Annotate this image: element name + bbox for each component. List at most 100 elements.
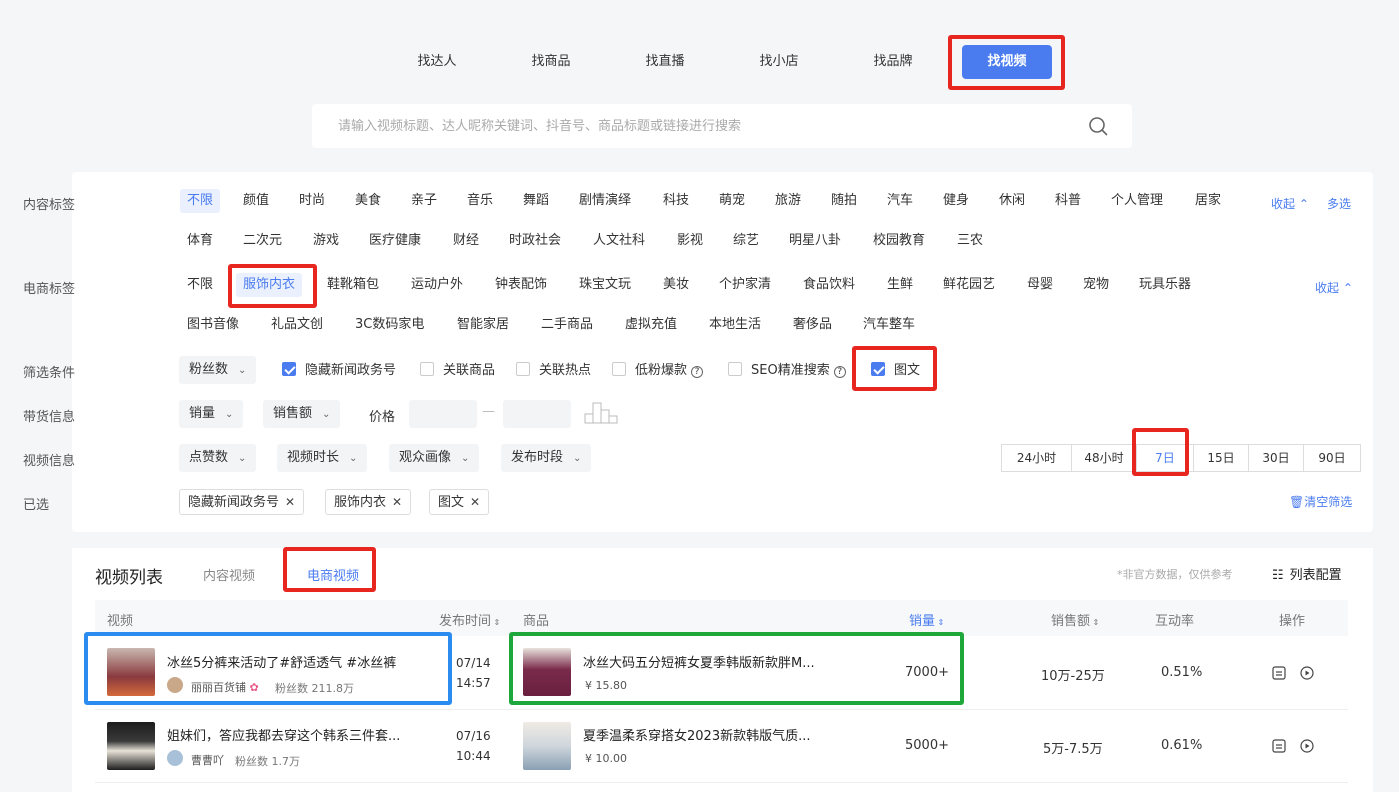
tag-item[interactable]: 健身 [936, 189, 976, 213]
tag-item[interactable]: 服饰内衣 [236, 273, 303, 297]
publish-time-dropdown[interactable]: 发布时段 ⌄ [501, 444, 592, 472]
likes-dropdown[interactable]: 点赞数 ⌄ [179, 444, 257, 472]
range-7d[interactable]: 7日 [1136, 444, 1194, 472]
tag-item[interactable]: 舞蹈 [516, 189, 556, 213]
multi-select-link[interactable]: 多选 [1327, 195, 1351, 212]
play-icon[interactable] [1300, 666, 1314, 680]
filter-checkbox[interactable]: 关联热点 [516, 362, 591, 379]
header-publish-time[interactable]: 发布时间 ⇕ [439, 610, 500, 629]
video-thumbnail[interactable] [107, 648, 155, 696]
tag-item[interactable]: 人文社科 [586, 229, 652, 253]
filter-checkbox[interactable]: 低粉爆款? [612, 362, 704, 379]
selected-chip[interactable]: 服饰内衣 ✕ [325, 489, 412, 515]
tag-item[interactable]: 美食 [348, 189, 388, 213]
tag-item[interactable]: 财经 [446, 229, 486, 253]
selected-chip[interactable]: 图文 ✕ [429, 489, 490, 515]
tag-item[interactable]: 科技 [656, 189, 696, 213]
help-icon[interactable]: ? [691, 366, 704, 378]
tag-item[interactable]: 美妆 [656, 273, 696, 297]
close-icon[interactable]: ✕ [392, 495, 402, 509]
help-icon[interactable]: ? [833, 366, 846, 378]
price-max-input[interactable] [503, 400, 571, 428]
tag-item[interactable]: 科普 [1048, 189, 1088, 213]
product-thumbnail[interactable] [523, 648, 571, 696]
ecom-collapse-link[interactable]: 收起 ⌃ [1315, 279, 1353, 296]
checkbox-icon[interactable] [612, 362, 626, 376]
tag-item[interactable]: 二次元 [236, 229, 289, 253]
tag-item[interactable]: 不限 [180, 273, 220, 297]
tag-item[interactable]: 母婴 [1020, 273, 1060, 297]
tag-item[interactable]: 汽车 [880, 189, 920, 213]
tag-item[interactable]: 校园教育 [866, 229, 932, 253]
search-input[interactable] [312, 104, 1052, 148]
tag-item[interactable]: 时尚 [292, 189, 332, 213]
selected-chip[interactable]: 隐藏新闻政务号 ✕ [179, 489, 305, 515]
tag-item[interactable]: 玩具乐器 [1132, 273, 1198, 297]
checkbox-icon[interactable] [420, 362, 434, 376]
tag-item[interactable]: 明星八卦 [782, 229, 848, 253]
detail-icon[interactable] [1272, 666, 1286, 680]
tag-item[interactable]: 3C数码家电 [348, 313, 431, 337]
tag-item[interactable]: 不限 [180, 189, 221, 213]
tab-content-video[interactable]: 内容视频 [203, 565, 255, 584]
tag-item[interactable]: 礼品文创 [264, 313, 330, 337]
video-thumbnail[interactable] [107, 722, 155, 770]
tag-item[interactable]: 影视 [670, 229, 710, 253]
price-distribution-icon[interactable] [584, 402, 622, 424]
tag-item[interactable]: 钟表配饰 [488, 273, 554, 297]
tag-item[interactable]: 二手商品 [534, 313, 600, 337]
sales-amount-dropdown[interactable]: 销售额 ⌄ [263, 400, 341, 428]
close-icon[interactable]: ✕ [470, 495, 480, 509]
filter-checkbox[interactable]: SEO精准搜索? [728, 362, 846, 379]
tag-item[interactable]: 宠物 [1076, 273, 1116, 297]
tag-item[interactable]: 汽车整车 [856, 313, 922, 337]
header-amount[interactable]: 销售额 ⇕ [1051, 610, 1099, 629]
tag-item[interactable]: 虚拟充值 [618, 313, 684, 337]
tab-find-influencer[interactable]: 找达人 [397, 48, 477, 76]
product-thumbnail[interactable] [523, 722, 571, 770]
fans-dropdown[interactable]: 粉丝数 ⌄ [179, 356, 257, 384]
range-48h[interactable]: 48小时 [1071, 444, 1137, 472]
tag-item[interactable]: 生鲜 [880, 273, 920, 297]
author-name[interactable]: 丽丽百货铺 ✿ [191, 679, 259, 695]
tag-item[interactable]: 亲子 [404, 189, 444, 213]
price-min-input[interactable] [409, 400, 477, 428]
tag-item[interactable]: 综艺 [726, 229, 766, 253]
tag-item[interactable]: 时政社会 [502, 229, 568, 253]
checkbox-icon[interactable] [516, 362, 530, 376]
filter-checkbox[interactable]: 关联商品 [420, 362, 495, 379]
tag-item[interactable]: 图书音像 [180, 313, 246, 337]
tab-find-brand[interactable]: 找品牌 [853, 48, 933, 76]
tag-item[interactable]: 剧情演绎 [572, 189, 638, 213]
header-sales[interactable]: 销量 ⇕ [909, 610, 944, 629]
search-icon[interactable] [1088, 116, 1108, 136]
content-collapse-link[interactable]: 收起 ⌃ [1271, 195, 1309, 212]
tag-item[interactable]: 鲜花园艺 [936, 273, 1002, 297]
tag-item[interactable]: 三农 [950, 229, 990, 253]
tag-item[interactable]: 音乐 [460, 189, 500, 213]
tag-item[interactable]: 休闲 [992, 189, 1032, 213]
filter-checkbox[interactable]: 图文 [871, 362, 920, 379]
range-15d[interactable]: 15日 [1193, 444, 1249, 472]
tab-find-live[interactable]: 找直播 [625, 48, 705, 76]
tag-item[interactable]: 居家 [1188, 189, 1228, 213]
tag-item[interactable]: 个护家清 [712, 273, 778, 297]
tag-item[interactable]: 智能家居 [450, 313, 516, 337]
play-icon[interactable] [1300, 739, 1314, 753]
tag-item[interactable]: 随拍 [824, 189, 864, 213]
tab-find-shop[interactable]: 找小店 [739, 48, 819, 76]
product-title[interactable]: 夏季温柔系穿搭女2023新款韩版气质... [583, 725, 810, 744]
tag-item[interactable]: 旅游 [768, 189, 808, 213]
tab-find-product[interactable]: 找商品 [511, 48, 591, 76]
filter-checkbox[interactable]: 隐藏新闻政务号 [282, 362, 396, 379]
audience-dropdown[interactable]: 观众画像 ⌄ [389, 444, 480, 472]
duration-dropdown[interactable]: 视频时长 ⌄ [277, 444, 368, 472]
checkbox-checked-icon[interactable] [282, 362, 296, 376]
tag-item[interactable]: 颜值 [236, 189, 276, 213]
tag-item[interactable]: 萌宠 [712, 189, 752, 213]
range-30d[interactable]: 30日 [1248, 444, 1304, 472]
clear-filters-link[interactable]: 🗑清空筛选 [1289, 493, 1352, 510]
tag-item[interactable]: 奢侈品 [786, 313, 839, 337]
detail-icon[interactable] [1272, 739, 1286, 753]
video-title[interactable]: 冰丝5分裤来活动了#舒适透气 #冰丝裤 [167, 652, 396, 671]
